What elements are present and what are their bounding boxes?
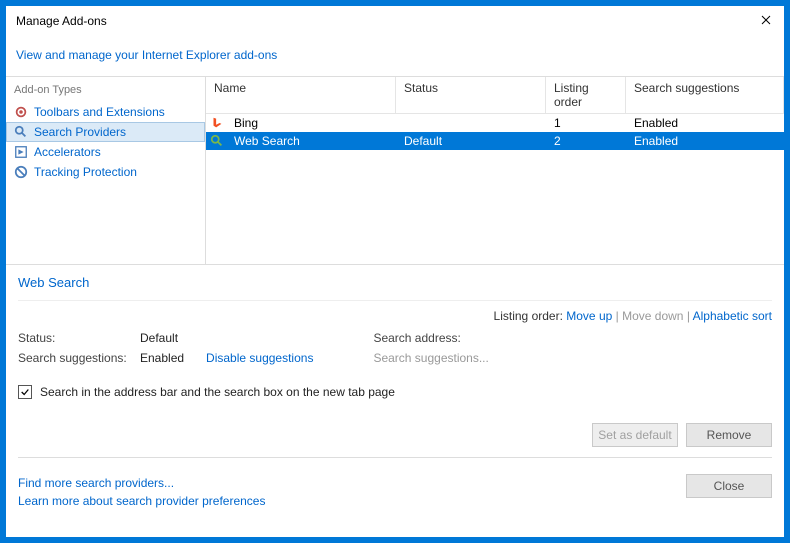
list-row[interactable]: Web Search Default 2 Enabled	[206, 132, 784, 150]
sidebar-item-toolbars[interactable]: Toolbars and Extensions	[6, 102, 205, 122]
listing-order-controls: Listing order: Move up | Move down | Alp…	[18, 309, 772, 331]
sidebar-item-label: Toolbars and Extensions	[34, 105, 165, 119]
close-icon[interactable]	[756, 10, 776, 30]
col-header-name[interactable]: Name	[206, 77, 396, 113]
suggestions-value: Enabled	[140, 351, 184, 365]
subtitle-link[interactable]: View and manage your Internet Explorer a…	[16, 48, 277, 62]
window-title: Manage Add-ons	[16, 14, 107, 28]
cell-order: 2	[546, 133, 626, 149]
remove-button[interactable]: Remove	[686, 423, 772, 447]
col-header-suggestions[interactable]: Search suggestions	[626, 77, 784, 113]
main-split: Add-on Types Toolbars and Extensions Sea…	[6, 76, 784, 264]
col-header-order[interactable]: Listing order	[546, 77, 626, 113]
details-panel: Web Search Listing order: Move up | Move…	[6, 264, 784, 466]
sidebar-item-label: Accelerators	[34, 145, 101, 159]
checkbox-checked-icon[interactable]	[18, 385, 32, 399]
accelerator-icon	[14, 145, 28, 159]
block-icon	[14, 165, 28, 179]
cell-status	[396, 122, 546, 124]
checkbox-label: Search in the address bar and the search…	[40, 385, 395, 399]
search-suggestions-placeholder: Search suggestions...	[373, 351, 488, 365]
bing-icon	[210, 116, 224, 130]
list-header: Name Status Listing order Search suggest…	[206, 77, 784, 114]
sidebar-item-accelerators[interactable]: Accelerators	[6, 142, 205, 162]
footer: Find more search providers... Learn more…	[6, 466, 784, 518]
listing-order-label: Listing order:	[494, 309, 563, 323]
dialog-window: Manage Add-ons View and manage your Inte…	[0, 0, 790, 543]
cell-name: Bing	[226, 115, 396, 131]
search-address-label: Search address:	[373, 331, 460, 345]
move-down-link: Move down	[622, 309, 683, 323]
provider-list: Name Status Listing order Search suggest…	[206, 77, 784, 264]
checkbox-row[interactable]: Search in the address bar and the search…	[18, 385, 772, 399]
col-header-status[interactable]: Status	[396, 77, 546, 113]
action-buttons: Set as default Remove	[18, 423, 772, 458]
disable-suggestions-link[interactable]: Disable suggestions	[206, 351, 313, 365]
sidebar-item-label: Search Providers	[34, 125, 126, 139]
search-icon	[14, 125, 28, 139]
details-title: Web Search	[18, 275, 772, 301]
find-more-providers-link[interactable]: Find more search providers...	[18, 474, 265, 492]
close-button[interactable]: Close	[686, 474, 772, 498]
cell-name: Web Search	[226, 133, 396, 149]
sidebar: Add-on Types Toolbars and Extensions Sea…	[6, 77, 206, 264]
set-default-button: Set as default	[592, 423, 678, 447]
gear-icon	[14, 105, 28, 119]
details-grid: Status: Default Search suggestions: Enab…	[18, 331, 772, 365]
cell-order: 1	[546, 115, 626, 131]
status-value: Default	[140, 331, 178, 345]
search-provider-icon	[210, 134, 224, 148]
learn-more-link[interactable]: Learn more about search provider prefere…	[18, 492, 265, 510]
subtitle: View and manage your Internet Explorer a…	[6, 36, 784, 76]
alphabetic-sort-link[interactable]: Alphabetic sort	[693, 309, 772, 323]
list-row[interactable]: Bing 1 Enabled	[206, 114, 784, 132]
cell-status: Default	[396, 133, 546, 149]
suggestions-label: Search suggestions:	[18, 351, 128, 365]
sidebar-item-search-providers[interactable]: Search Providers	[6, 122, 205, 142]
move-up-link[interactable]: Move up	[566, 309, 612, 323]
status-label: Status:	[18, 331, 128, 345]
sidebar-heading: Add-on Types	[6, 80, 205, 102]
cell-suggestions: Enabled	[626, 133, 784, 149]
sidebar-item-label: Tracking Protection	[34, 165, 137, 179]
titlebar: Manage Add-ons	[6, 6, 784, 36]
sidebar-item-tracking-protection[interactable]: Tracking Protection	[6, 162, 205, 182]
cell-suggestions: Enabled	[626, 115, 784, 131]
